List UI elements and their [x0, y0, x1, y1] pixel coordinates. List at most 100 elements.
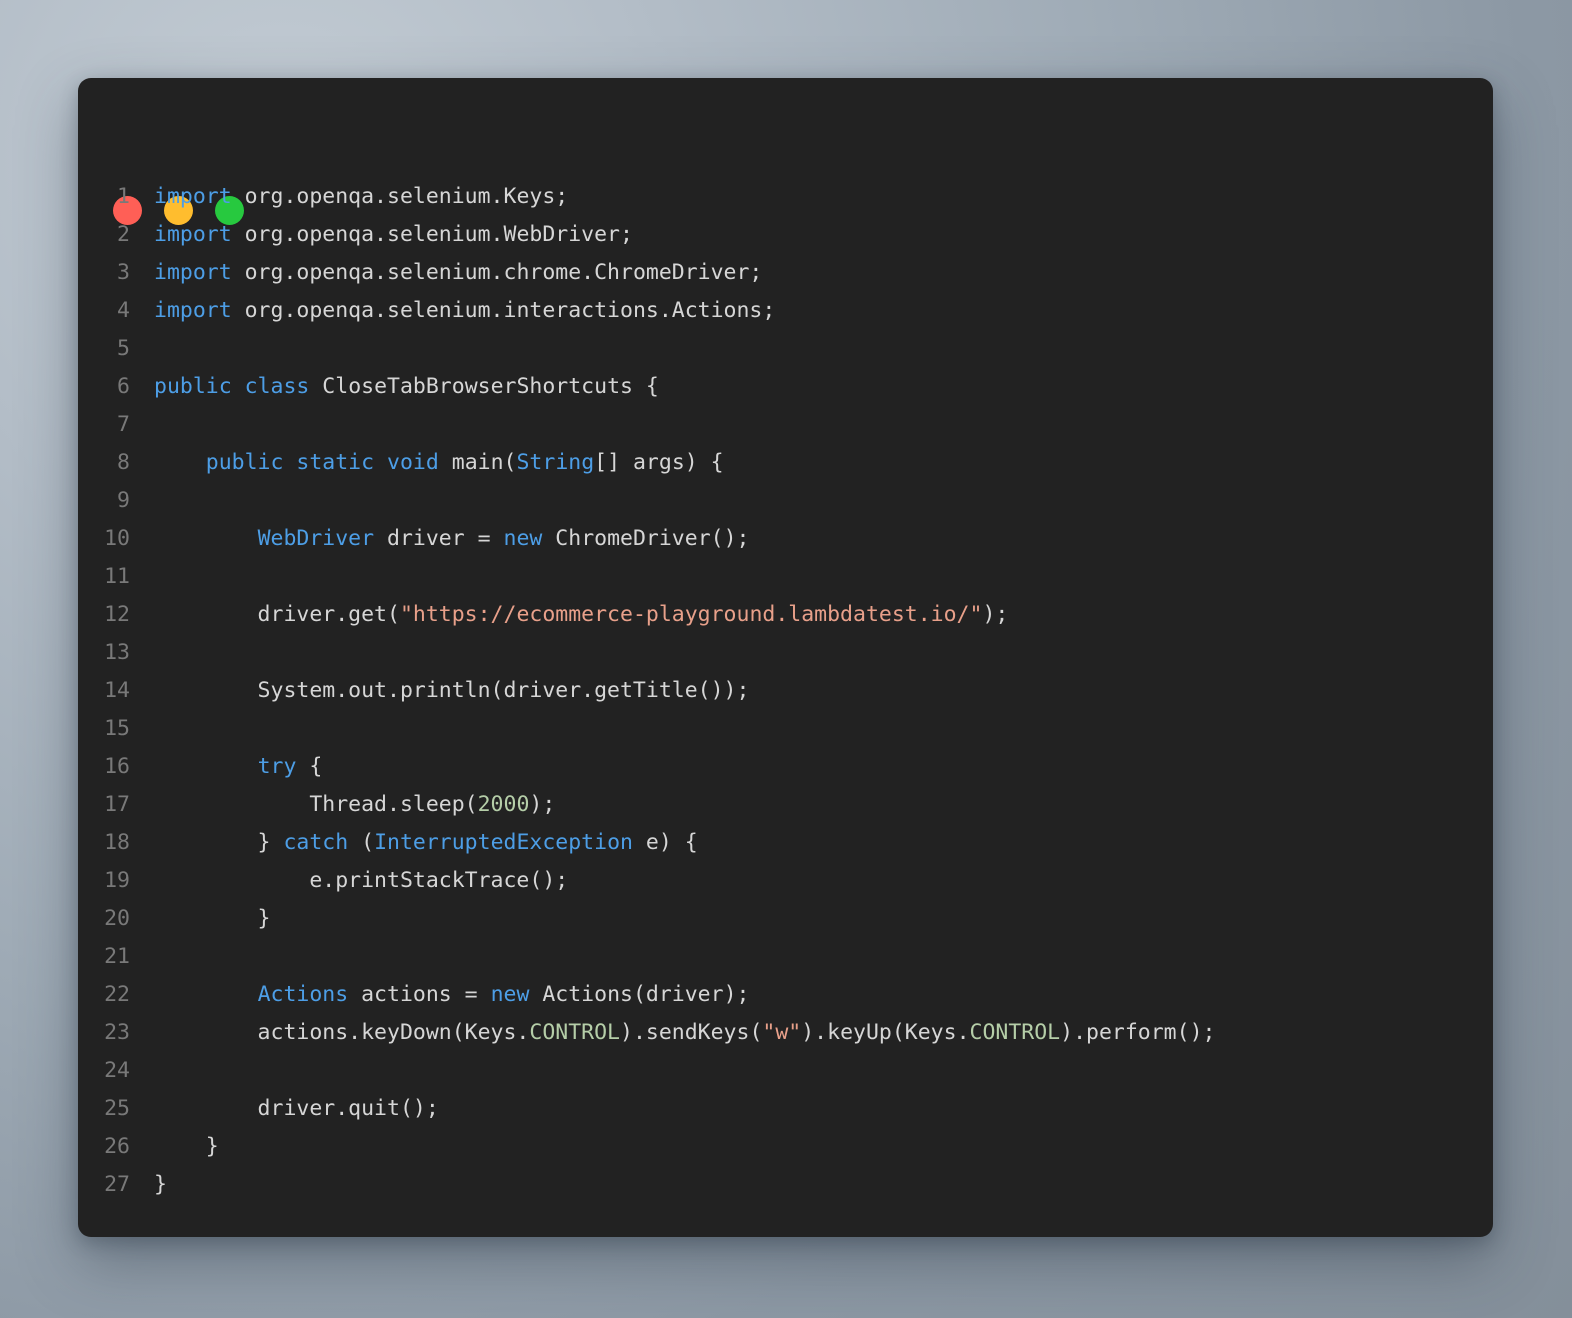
line-number: 3 — [117, 260, 130, 285]
code-token: org.openqa.selenium.chrome.ChromeDriver; — [231, 260, 763, 285]
code-line-text: Actions actions = new Actions(driver); — [154, 982, 750, 1007]
code-token: WebDriver — [257, 526, 375, 551]
line-number: 5 — [117, 336, 130, 361]
code-line-text: import org.openqa.selenium.chrome.Chrome… — [154, 260, 762, 285]
code-token: e.printStackTrace(); — [154, 868, 569, 893]
code-line-text: e.printStackTrace(); — [154, 868, 568, 893]
code-line-text: actions.keyDown(Keys.CONTROL).sendKeys("… — [154, 1020, 1216, 1045]
code-token: } — [154, 1134, 219, 1159]
code-line-text: WebDriver driver = new ChromeDriver(); — [154, 526, 750, 551]
code-line: 26 } — [78, 1128, 1493, 1166]
code-token: Thread.sleep( — [154, 792, 478, 817]
code-token: ).keyUp(Keys. — [801, 1020, 970, 1045]
line-number: 6 — [117, 374, 130, 399]
code-token: ); — [529, 792, 556, 817]
line-number: 25 — [104, 1096, 130, 1121]
code-token: ).perform(); — [1060, 1020, 1216, 1045]
code-line: 9 — [78, 482, 1493, 520]
code-token: actions.keyDown(Keys. — [154, 1020, 530, 1045]
code-token: ).sendKeys( — [620, 1020, 763, 1045]
line-number: 16 — [104, 754, 130, 779]
line-number: 13 — [104, 640, 130, 665]
code-token: public — [205, 450, 284, 475]
line-number: 21 — [104, 944, 130, 969]
code-token: InterruptedException — [374, 830, 633, 855]
code-window: 1 import org.openqa.selenium.Keys; 2 import… — [78, 78, 1493, 1237]
code-line-text: try { — [154, 754, 323, 779]
code-line-text: } catch (InterruptedException e) { — [154, 830, 698, 855]
line-number: 15 — [104, 716, 130, 741]
code-token: driver = — [374, 526, 504, 551]
line-number: 12 — [104, 602, 130, 627]
code-token: new — [490, 982, 530, 1007]
code-token: class — [244, 374, 310, 399]
code-line-text: import org.openqa.selenium.interactions.… — [154, 298, 775, 323]
code-token: ); — [982, 602, 1009, 627]
line-number: 9 — [117, 488, 130, 513]
code-line-text: import org.openqa.selenium.Keys; — [154, 184, 568, 209]
code-line-text: driver.get("https://ecommerce-playground… — [154, 602, 1009, 627]
code-line: 13 — [78, 634, 1493, 672]
code-line: 16 try { — [78, 748, 1493, 786]
code-line-text: } — [154, 1134, 219, 1159]
code-token: actions = — [348, 982, 491, 1007]
code-line: 17 Thread.sleep(2000); — [78, 786, 1493, 824]
code-token: } — [154, 906, 271, 931]
line-number: 24 — [104, 1058, 130, 1083]
code-token: static — [296, 450, 375, 475]
code-line: 20 } — [78, 900, 1493, 938]
code-token: import — [154, 260, 232, 285]
code-token: try — [257, 754, 297, 779]
code-line: 18 } catch (InterruptedException e) { — [78, 824, 1493, 862]
code-line: 5 — [78, 330, 1493, 368]
code-line-text: } — [154, 1172, 167, 1197]
code-line: 12 driver.get("https://ecommerce-playgro… — [78, 596, 1493, 634]
code-token: void — [387, 450, 439, 475]
code-token: "https://ecommerce-playground.lambdatest… — [399, 602, 983, 627]
code-line: 2 import org.openqa.selenium.WebDriver; — [78, 216, 1493, 254]
code-token: org.openqa.selenium.Keys; — [231, 184, 569, 209]
line-number: 7 — [117, 412, 130, 437]
code-token: ChromeDriver(); — [542, 526, 750, 551]
code-token: org.openqa.selenium.interactions.Actions… — [231, 298, 776, 323]
line-number: 11 — [104, 564, 130, 589]
code-token: "w" — [762, 1020, 802, 1045]
line-number: 26 — [104, 1134, 130, 1159]
line-number: 22 — [104, 982, 130, 1007]
code-line-text: driver.quit(); — [154, 1096, 439, 1121]
code-token: public — [154, 374, 232, 399]
code-token: driver.get( — [154, 602, 400, 627]
code-token: } — [154, 830, 284, 855]
code-line: 8 public static void main(String[] args)… — [78, 444, 1493, 482]
code-token: e) { — [632, 830, 698, 855]
code-token: Actions — [257, 982, 349, 1007]
code-token: Actions(driver); — [529, 982, 750, 1007]
code-editor[interactable]: 1 import org.openqa.selenium.Keys; 2 import… — [78, 178, 1493, 1237]
code-token: import — [154, 184, 232, 209]
code-line: 25 driver.quit(); — [78, 1090, 1493, 1128]
code-line: 19 e.printStackTrace(); — [78, 862, 1493, 900]
code-token: catch — [283, 830, 349, 855]
code-line: 7 — [78, 406, 1493, 444]
code-line-text: } — [154, 906, 271, 931]
code-token: import — [154, 222, 232, 247]
line-number: 2 — [117, 222, 130, 247]
code-token: import — [154, 298, 232, 323]
code-token: String — [516, 450, 595, 475]
code-token: org.openqa.selenium.WebDriver; — [231, 222, 633, 247]
code-line: 11 — [78, 558, 1493, 596]
window-titlebar — [78, 78, 1493, 225]
code-line: 1 import org.openqa.selenium.Keys; — [78, 178, 1493, 216]
code-line: 14 System.out.println(driver.getTitle())… — [78, 672, 1493, 710]
line-number: 23 — [104, 1020, 130, 1045]
code-line: 23 actions.keyDown(Keys.CONTROL).sendKey… — [78, 1014, 1493, 1052]
code-line-text: System.out.println(driver.getTitle()); — [154, 678, 750, 703]
code-line: 10 WebDriver driver = new ChromeDriver()… — [78, 520, 1493, 558]
line-number: 18 — [104, 830, 130, 855]
line-number: 8 — [117, 450, 130, 475]
